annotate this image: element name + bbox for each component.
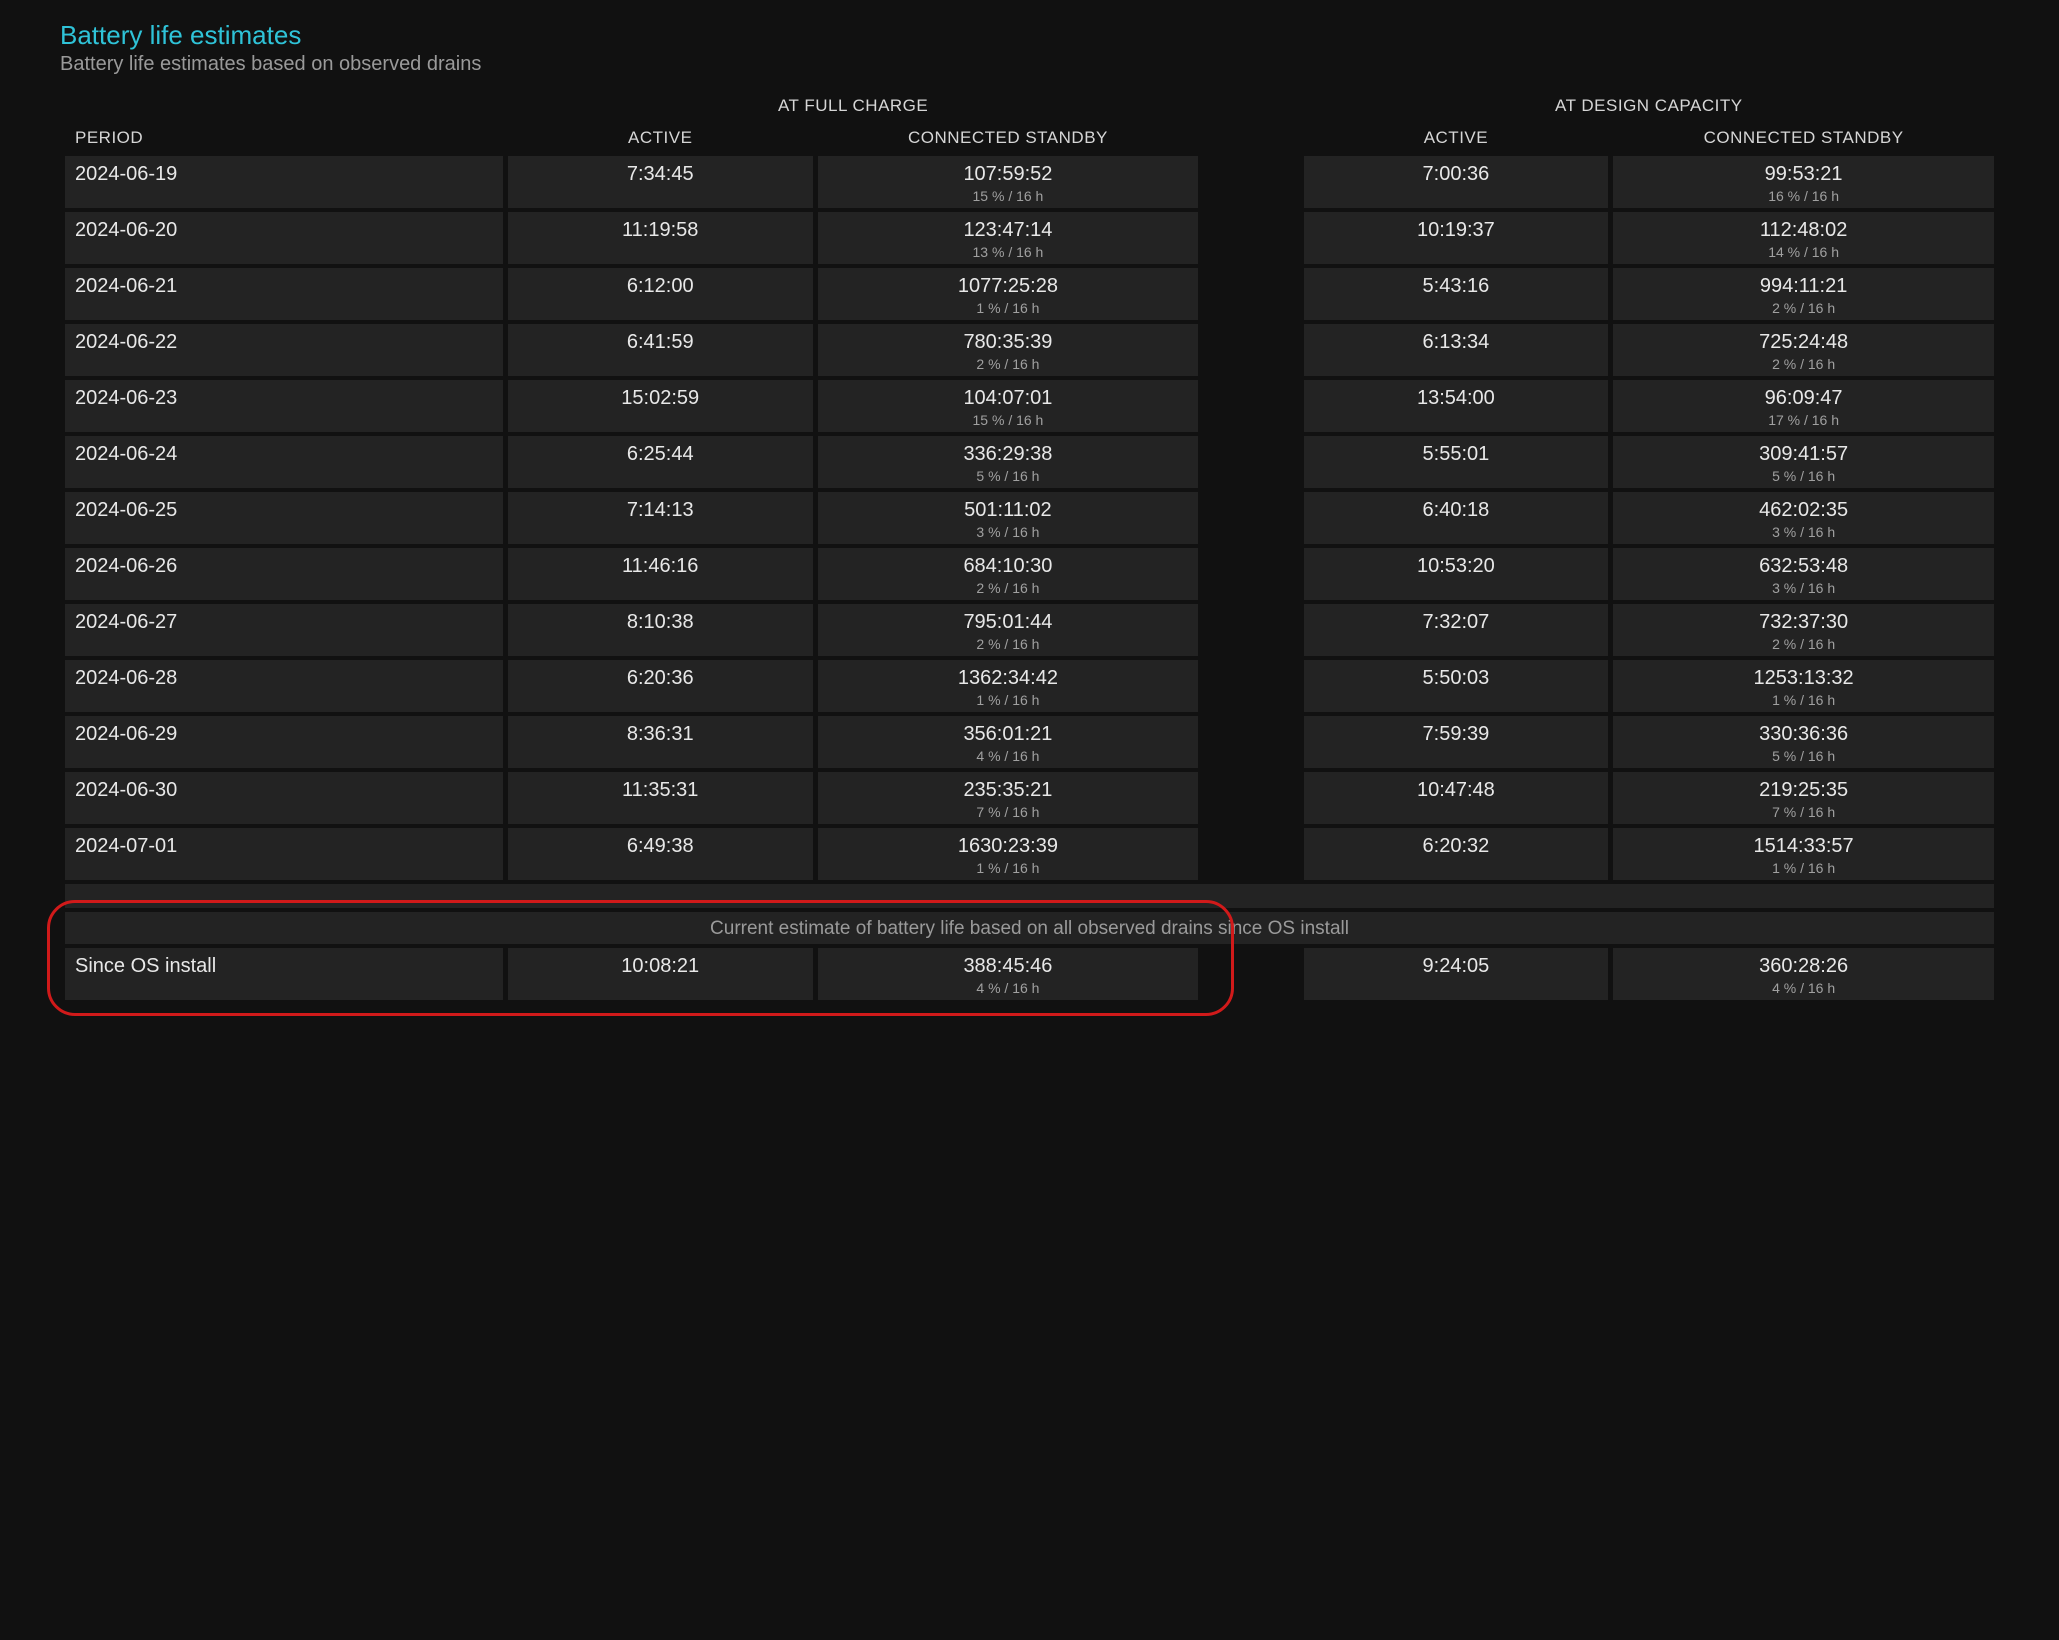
col-period: PERIOD bbox=[65, 124, 503, 152]
cell-period: 2024-06-19 bbox=[65, 156, 503, 208]
cell-design-active: 6:13:34 bbox=[1304, 324, 1609, 376]
cell-period: 2024-06-21 bbox=[65, 268, 503, 320]
cell-design-standby: 330:36:365 % / 16 h bbox=[1613, 716, 1994, 768]
cell-full-standby: 123:47:1413 % / 16 h bbox=[818, 212, 1199, 264]
cell-full-standby: 104:07:0115 % / 16 h bbox=[818, 380, 1199, 432]
cell-design-active: 5:50:03 bbox=[1304, 660, 1609, 712]
cell-design-active: 10:47:48 bbox=[1304, 772, 1609, 824]
footer-period: Since OS install bbox=[65, 948, 503, 1000]
cell-design-standby: 725:24:482 % / 16 h bbox=[1613, 324, 1994, 376]
cell-full-standby: 235:35:217 % / 16 h bbox=[818, 772, 1199, 824]
col-group-full-charge: AT FULL CHARGE bbox=[508, 92, 1198, 120]
cell-design-standby: 99:53:2116 % / 16 h bbox=[1613, 156, 1994, 208]
cell-full-standby: 1630:23:391 % / 16 h bbox=[818, 828, 1199, 880]
cell-full-active: 11:46:16 bbox=[508, 548, 813, 600]
cell-design-standby: 219:25:357 % / 16 h bbox=[1613, 772, 1994, 824]
cell-design-active: 7:59:39 bbox=[1304, 716, 1609, 768]
cell-period: 2024-06-27 bbox=[65, 604, 503, 656]
cell-period: 2024-06-23 bbox=[65, 380, 503, 432]
table-row: 2024-06-246:25:44336:29:385 % / 16 h 5:55… bbox=[65, 436, 1994, 488]
cell-period: 2024-06-22 bbox=[65, 324, 503, 376]
table-group-header: AT FULL CHARGE AT DESIGN CAPACITY bbox=[65, 92, 1994, 120]
footer-design-active: 9:24:05 bbox=[1304, 948, 1609, 1000]
cell-period: 2024-06-25 bbox=[65, 492, 503, 544]
battery-report-page: Battery life estimates Battery life esti… bbox=[0, 0, 2059, 1044]
cell-design-standby: 732:37:302 % / 16 h bbox=[1613, 604, 1994, 656]
cell-full-standby: 356:01:214 % / 16 h bbox=[818, 716, 1199, 768]
cell-period: 2024-06-30 bbox=[65, 772, 503, 824]
cell-full-active: 6:20:36 bbox=[508, 660, 813, 712]
col-full-standby: CONNECTED STANDBY bbox=[818, 124, 1199, 152]
table-row: 2024-06-216:12:001077:25:281 % / 16 h 5:4… bbox=[65, 268, 1994, 320]
cell-design-active: 7:32:07 bbox=[1304, 604, 1609, 656]
table-row: 2024-06-298:36:31356:01:214 % / 16 h 7:59… bbox=[65, 716, 1994, 768]
cell-period: 2024-07-01 bbox=[65, 828, 503, 880]
table-row: 2024-06-2011:19:58123:47:1413 % / 16 h 10… bbox=[65, 212, 1994, 264]
cell-design-active: 13:54:00 bbox=[1304, 380, 1609, 432]
col-design-standby: CONNECTED STANDBY bbox=[1613, 124, 1994, 152]
cell-design-active: 6:20:32 bbox=[1304, 828, 1609, 880]
footer-full-standby: 388:45:46 4 % / 16 h bbox=[818, 948, 1199, 1000]
table-row: 2024-06-286:20:361362:34:421 % / 16 h 5:5… bbox=[65, 660, 1994, 712]
cell-period: 2024-06-26 bbox=[65, 548, 503, 600]
cell-period: 2024-06-20 bbox=[65, 212, 503, 264]
table-row: 2024-06-3011:35:31235:35:217 % / 16 h 10:… bbox=[65, 772, 1994, 824]
footer-design-standby: 360:28:26 4 % / 16 h bbox=[1613, 948, 1994, 1000]
cell-full-active: 6:49:38 bbox=[508, 828, 813, 880]
cell-full-standby: 795:01:442 % / 16 h bbox=[818, 604, 1199, 656]
cell-full-standby: 501:11:023 % / 16 h bbox=[818, 492, 1199, 544]
section-subtitle: Battery life estimates based on observed… bbox=[60, 53, 1999, 76]
cell-design-standby: 1514:33:571 % / 16 h bbox=[1613, 828, 1994, 880]
cell-full-active: 7:34:45 bbox=[508, 156, 813, 208]
cell-full-active: 6:25:44 bbox=[508, 436, 813, 488]
cell-design-standby: 309:41:575 % / 16 h bbox=[1613, 436, 1994, 488]
cell-full-standby: 1362:34:421 % / 16 h bbox=[818, 660, 1199, 712]
cell-full-standby: 336:29:385 % / 16 h bbox=[818, 436, 1199, 488]
cell-full-active: 8:10:38 bbox=[508, 604, 813, 656]
footer-summary-row: Since OS install 10:08:21 388:45:46 4 % … bbox=[65, 948, 1994, 1000]
table-sub-header: PERIOD ACTIVE CONNECTED STANDBY ACTIVE C… bbox=[65, 124, 1994, 152]
cell-period: 2024-06-24 bbox=[65, 436, 503, 488]
cell-full-standby: 684:10:302 % / 16 h bbox=[818, 548, 1199, 600]
cell-full-standby: 780:35:392 % / 16 h bbox=[818, 324, 1199, 376]
table-row: 2024-06-278:10:38795:01:442 % / 16 h 7:32… bbox=[65, 604, 1994, 656]
col-design-active: ACTIVE bbox=[1304, 124, 1609, 152]
estimates-table: AT FULL CHARGE AT DESIGN CAPACITY PERIOD… bbox=[60, 88, 1999, 1004]
table-row: 2024-07-016:49:381630:23:391 % / 16 h 6:2… bbox=[65, 828, 1994, 880]
cell-full-standby: 1077:25:281 % / 16 h bbox=[818, 268, 1199, 320]
cell-design-active: 10:53:20 bbox=[1304, 548, 1609, 600]
cell-design-active: 7:00:36 bbox=[1304, 156, 1609, 208]
cell-design-active: 10:19:37 bbox=[1304, 212, 1609, 264]
cell-full-active: 11:19:58 bbox=[508, 212, 813, 264]
cell-period: 2024-06-28 bbox=[65, 660, 503, 712]
table-row: 2024-06-257:14:13501:11:023 % / 16 h 6:40… bbox=[65, 492, 1994, 544]
cell-design-standby: 994:11:212 % / 16 h bbox=[1613, 268, 1994, 320]
footer-full-active: 10:08:21 bbox=[508, 948, 813, 1000]
col-group-design-capacity: AT DESIGN CAPACITY bbox=[1304, 92, 1994, 120]
cell-design-active: 6:40:18 bbox=[1304, 492, 1609, 544]
cell-period: 2024-06-29 bbox=[65, 716, 503, 768]
col-full-active: ACTIVE bbox=[508, 124, 813, 152]
cell-design-standby: 96:09:4717 % / 16 h bbox=[1613, 380, 1994, 432]
footer-note: Current estimate of battery life based o… bbox=[65, 912, 1994, 944]
cell-full-standby: 107:59:5215 % / 16 h bbox=[818, 156, 1199, 208]
cell-full-active: 11:35:31 bbox=[508, 772, 813, 824]
cell-full-active: 6:12:00 bbox=[508, 268, 813, 320]
cell-design-standby: 112:48:0214 % / 16 h bbox=[1613, 212, 1994, 264]
cell-design-active: 5:55:01 bbox=[1304, 436, 1609, 488]
cell-full-active: 8:36:31 bbox=[508, 716, 813, 768]
cell-design-standby: 632:53:483 % / 16 h bbox=[1613, 548, 1994, 600]
footer-note-row: Current estimate of battery life based o… bbox=[65, 912, 1994, 944]
table-row: 2024-06-2611:46:16684:10:302 % / 16 h 10:… bbox=[65, 548, 1994, 600]
table-row: 2024-06-2315:02:59104:07:0115 % / 16 h 13… bbox=[65, 380, 1994, 432]
cell-full-active: 7:14:13 bbox=[508, 492, 813, 544]
cell-full-active: 15:02:59 bbox=[508, 380, 813, 432]
cell-full-active: 6:41:59 bbox=[508, 324, 813, 376]
cell-design-standby: 1253:13:321 % / 16 h bbox=[1613, 660, 1994, 712]
cell-design-standby: 462:02:353 % / 16 h bbox=[1613, 492, 1994, 544]
table-row: 2024-06-197:34:45107:59:5215 % / 16 h 7:0… bbox=[65, 156, 1994, 208]
table-row: 2024-06-226:41:59780:35:392 % / 16 h 6:13… bbox=[65, 324, 1994, 376]
section-title: Battery life estimates bbox=[60, 20, 1999, 51]
cell-design-active: 5:43:16 bbox=[1304, 268, 1609, 320]
